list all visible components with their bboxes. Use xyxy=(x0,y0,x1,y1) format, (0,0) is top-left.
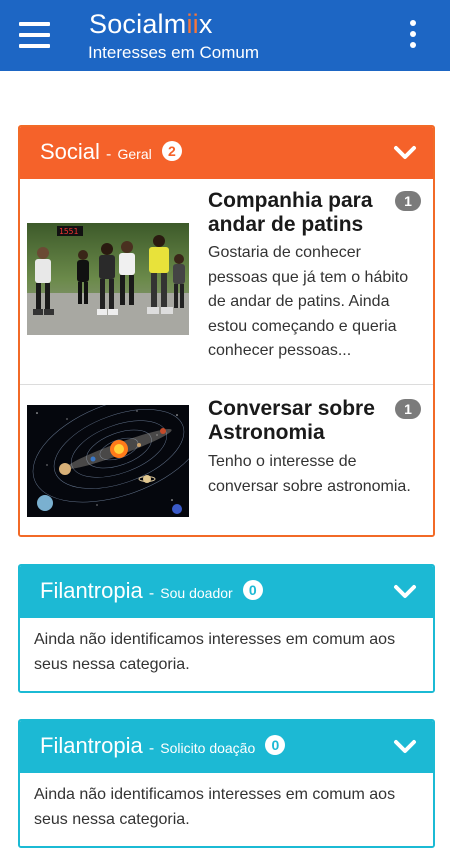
category-card-filantropia-doador: Filantropia - Sou doador 0 Ainda não ide… xyxy=(18,564,435,693)
interest-description: Tenho o interesse de conversar sobre ast… xyxy=(208,453,411,495)
interest-description: Gostaria de conhecer pessoas que já tem … xyxy=(208,244,409,359)
category-title: Filantropia - Sou doador 0 xyxy=(40,578,263,607)
rollerblading-group-photo: 1551 xyxy=(27,223,189,335)
category-header-filantropia-solicito[interactable]: Filantropia - Solicito doação 0 xyxy=(20,721,433,773)
chevron-down-icon[interactable] xyxy=(393,739,417,755)
svg-text:1551: 1551 xyxy=(59,227,78,236)
interest-item-rollerblading[interactable]: 1551 Companhia para andar de patins Gost… xyxy=(20,179,433,385)
category-title: Social - Geral 2 xyxy=(40,139,182,168)
category-title: Filantropia - Solicito doação 0 xyxy=(40,733,286,762)
app-logo: Socialmiix xyxy=(89,9,213,39)
hamburger-menu-icon[interactable] xyxy=(19,22,50,48)
category-card-social: Social - Geral 2 1551 Companhia para and… xyxy=(18,125,435,537)
empty-state-message: Ainda não identificamos interesses em co… xyxy=(20,773,433,846)
interest-title: Conversar sobre Astronomia xyxy=(208,397,375,444)
interest-title: Companhia para andar de patins xyxy=(208,189,373,236)
chevron-down-icon[interactable] xyxy=(393,584,417,600)
category-card-filantropia-solicito: Filantropia - Solicito doação 0 Ainda nã… xyxy=(18,719,435,848)
app-bar: Socialmiix Interesses em Comum xyxy=(0,0,450,71)
interest-count-badge: 1 xyxy=(395,191,421,211)
category-count-badge: 2 xyxy=(161,141,182,162)
chevron-down-icon[interactable] xyxy=(393,145,417,161)
category-header-filantropia-doador[interactable]: Filantropia - Sou doador 0 xyxy=(20,566,433,618)
category-count-badge: 0 xyxy=(265,735,286,756)
interest-item-astronomy[interactable]: Conversar sobre Astronomia Tenho o inter… xyxy=(20,385,433,535)
category-count-badge: 0 xyxy=(242,580,263,601)
page-subtitle: Interesses em Comum xyxy=(88,43,259,62)
more-vertical-icon[interactable] xyxy=(408,20,418,50)
interest-count-badge: 1 xyxy=(395,399,421,419)
empty-state-message: Ainda não identificamos interesses em co… xyxy=(20,618,433,691)
solar-system-illustration xyxy=(27,405,189,517)
category-header-social[interactable]: Social - Geral 2 xyxy=(20,127,433,179)
